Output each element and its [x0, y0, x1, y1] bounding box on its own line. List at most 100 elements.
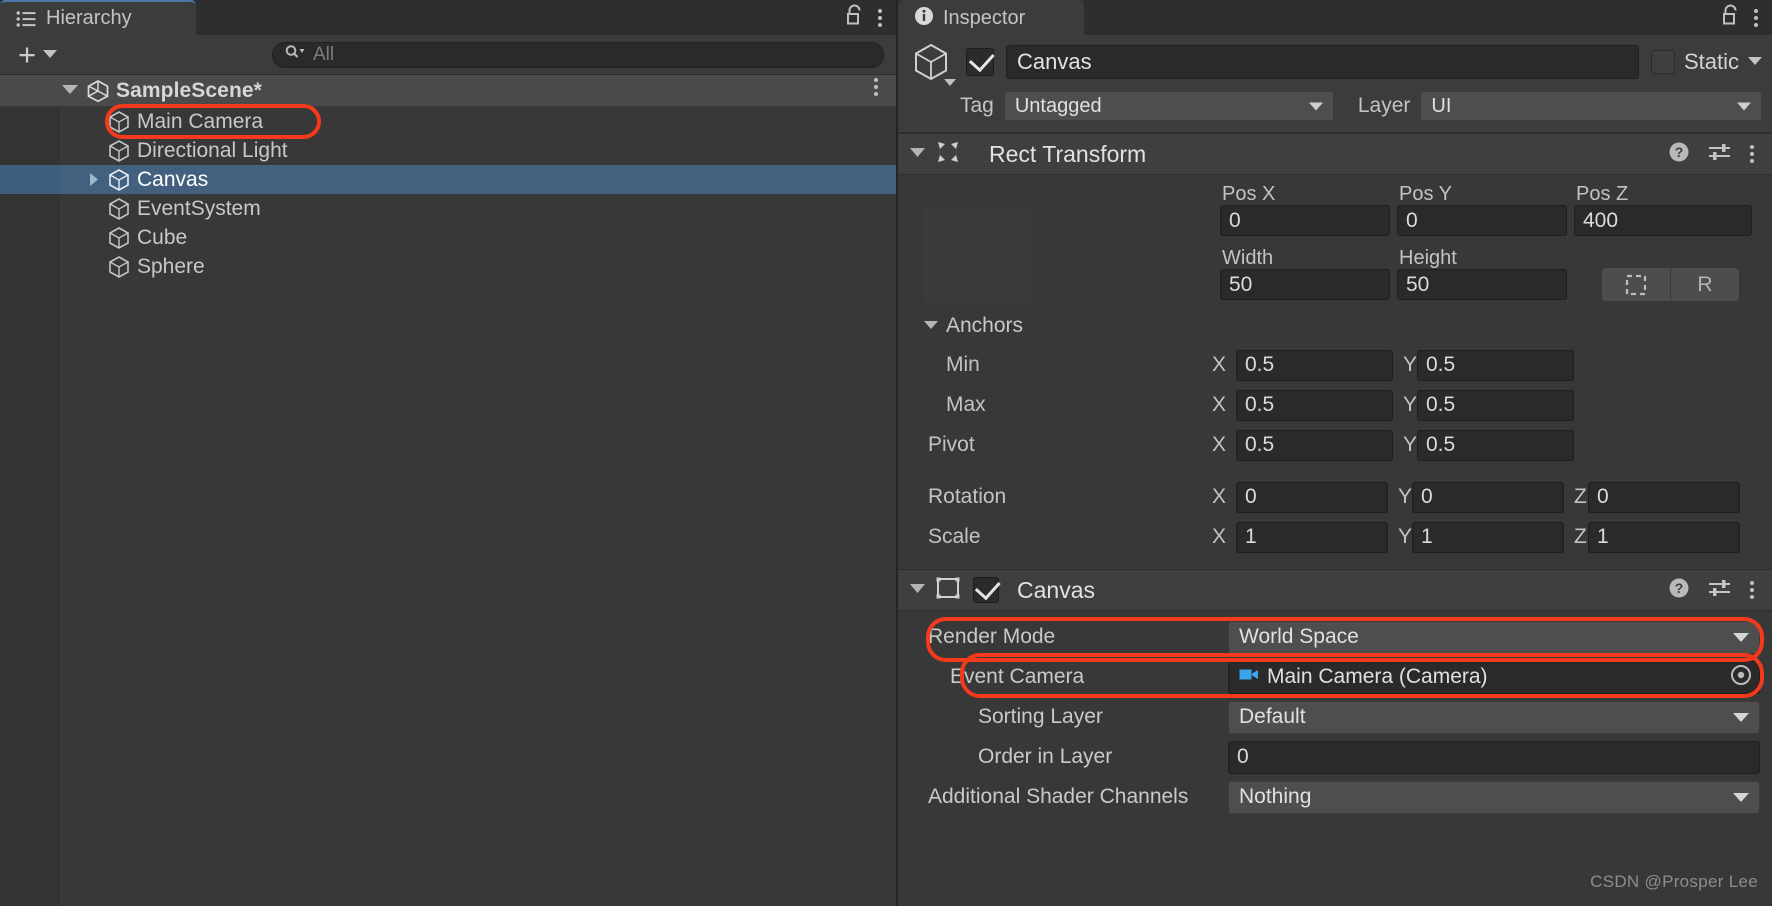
rect-transform-header[interactable]: Rect Transform ? — [898, 133, 1772, 175]
object-picker-target-icon[interactable] — [1729, 663, 1753, 692]
height-input[interactable]: 50 — [1397, 269, 1567, 300]
hierarchy-toolbar: + All — [0, 35, 896, 75]
axis-x-label: X — [1212, 393, 1227, 416]
kebab-menu-icon[interactable] — [1754, 8, 1758, 27]
raw-edit-mode-button[interactable]: R — [1671, 268, 1739, 301]
kebab-menu-icon[interactable] — [1750, 145, 1754, 163]
axis-y-label: Y — [1398, 485, 1413, 508]
help-question-icon[interactable]: ? — [1668, 141, 1690, 168]
hierarchy-item-canvas[interactable]: Canvas — [0, 165, 896, 194]
camera-icon — [1239, 667, 1259, 687]
hierarchy-item-label: Directional Light — [137, 138, 288, 162]
anchors-foldout-row[interactable]: Anchors — [910, 307, 1760, 345]
rotation-z-input[interactable]: 0 — [1588, 481, 1740, 513]
kebab-menu-icon[interactable] — [878, 8, 882, 27]
create-object-button[interactable]: + — [12, 39, 63, 70]
additional-shader-channels-dropdown[interactable]: Nothing — [1228, 780, 1760, 814]
canvas-foldout-icon[interactable] — [910, 581, 925, 599]
static-checkbox[interactable] — [1650, 50, 1675, 74]
sorting-layer-dropdown[interactable]: Default — [1228, 700, 1760, 734]
render-mode-dropdown[interactable]: World Space — [1228, 620, 1760, 654]
tab-hierarchy-label: Hierarchy — [46, 7, 132, 29]
axis-x-label: X — [1212, 353, 1227, 376]
pos-x-input[interactable]: 0 — [1220, 205, 1390, 236]
kebab-menu-icon[interactable] — [1750, 581, 1754, 599]
component-canvas: Canvas ? Render Mode World Space Event C… — [898, 569, 1772, 817]
pos-z-input[interactable]: 400 — [1574, 205, 1752, 236]
scene-kebab-menu-icon[interactable] — [874, 78, 878, 96]
pivot-row: Pivot X 0.5 Y 0.5 — [910, 425, 1760, 465]
scale-z-input[interactable]: 1 — [1588, 521, 1740, 553]
dashed-rect-icon — [1625, 274, 1647, 295]
layer-value: UI — [1431, 94, 1452, 117]
canvas-foldout-icon[interactable] — [86, 172, 102, 188]
scale-x-input[interactable]: 1 — [1236, 521, 1388, 553]
gameobject-cube-icon — [108, 197, 130, 221]
object-name-field[interactable]: Canvas — [1006, 45, 1639, 79]
layer-dropdown[interactable]: UI — [1420, 91, 1762, 121]
search-input[interactable]: All — [272, 41, 884, 68]
anchor-max-y-input[interactable]: 0.5 — [1417, 389, 1574, 421]
event-camera-label: Event Camera — [950, 665, 1085, 688]
tab-hierarchy[interactable]: Hierarchy — [0, 0, 196, 35]
chevron-down-icon — [1733, 625, 1749, 649]
pivot-y-input[interactable]: 0.5 — [1417, 429, 1574, 461]
additional-shader-channels-row: Additional Shader Channels Nothing — [910, 777, 1760, 817]
preset-sliders-icon[interactable] — [1708, 141, 1732, 168]
hierarchy-item-eventsystem[interactable]: EventSystem — [0, 194, 896, 223]
sorting-layer-row: Sorting Layer Default — [910, 697, 1760, 737]
anchor-max-row: Max X 0.5 Y 0.5 — [910, 385, 1760, 425]
event-camera-object-field[interactable]: Main Camera (Camera) — [1228, 660, 1760, 694]
scale-label: Scale — [928, 525, 981, 548]
pos-y-input[interactable]: 0 — [1397, 205, 1567, 236]
static-dropdown-chevron-icon[interactable] — [1748, 53, 1762, 71]
render-mode-label: Render Mode — [928, 625, 1056, 648]
gameobject-cube-icon — [108, 168, 130, 192]
hierarchy-item-sphere[interactable]: Sphere — [0, 252, 896, 281]
canvas-enabled-checkbox[interactable] — [973, 577, 999, 603]
hierarchy-item-directional-light[interactable]: Directional Light — [0, 136, 896, 165]
hierarchy-item-main-camera[interactable]: Main Camera — [0, 107, 896, 136]
rotation-y-input[interactable]: 0 — [1412, 481, 1564, 513]
pivot-label: Pivot — [928, 433, 975, 456]
object-enabled-checkbox[interactable] — [966, 48, 994, 76]
rotation-row: Rotation X 0 Y 0 Z 0 — [910, 477, 1760, 517]
anchor-preset-box[interactable] — [924, 207, 1032, 303]
layer-label: Layer — [1357, 94, 1411, 117]
scale-y-input[interactable]: 1 — [1412, 521, 1564, 553]
component-rect-transform: Rect Transform ? Pos X Pos Y Pos Z 0 0 4… — [898, 133, 1772, 569]
watermark: CSDN @Prosper Lee — [1590, 872, 1758, 891]
preset-sliders-icon[interactable] — [1708, 577, 1732, 604]
anchor-min-x-input[interactable]: 0.5 — [1236, 349, 1393, 381]
hierarchy-item-cube[interactable]: Cube — [0, 223, 896, 252]
anchors-foldout-icon[interactable] — [924, 317, 938, 335]
scene-foldout-icon[interactable] — [62, 82, 78, 100]
anchor-max-x-input[interactable]: 0.5 — [1236, 389, 1393, 421]
canvas-header[interactable]: Canvas ? — [898, 569, 1772, 611]
lock-open-icon[interactable] — [1721, 4, 1740, 31]
axis-y-label: Y — [1398, 525, 1413, 548]
chevron-down-icon — [944, 79, 956, 86]
tag-dropdown[interactable]: Untagged — [1003, 91, 1334, 121]
blueprint-mode-button[interactable] — [1602, 268, 1670, 301]
tab-inspector[interactable]: Inspector — [898, 0, 1084, 35]
width-input[interactable]: 50 — [1220, 269, 1390, 300]
canvas-component-icon — [935, 576, 961, 605]
svg-text:?: ? — [1675, 580, 1684, 596]
axis-x-label: X — [1212, 525, 1227, 548]
inspector-panel: Inspector Canvas Static Tag Untagged Lay… — [898, 0, 1772, 906]
anchor-min-y-input[interactable]: 0.5 — [1417, 349, 1574, 381]
pivot-x-input[interactable]: 0.5 — [1236, 429, 1393, 461]
rect-transform-foldout-icon[interactable] — [910, 145, 925, 163]
search-icon — [285, 44, 305, 65]
lock-open-icon[interactable] — [845, 4, 864, 31]
rotation-x-input[interactable]: 0 — [1236, 481, 1388, 513]
help-question-icon[interactable]: ? — [1668, 577, 1690, 604]
pos-x-label: Pos X — [1222, 183, 1276, 205]
height-label: Height — [1399, 247, 1457, 269]
scene-root-row[interactable]: SampleScene* — [0, 75, 896, 107]
event-camera-value: Main Camera (Camera) — [1267, 665, 1488, 688]
order-in-layer-input[interactable]: 0 — [1228, 740, 1760, 774]
scale-row: Scale X 1 Y 1 Z 1 — [910, 517, 1760, 557]
anchor-min-label: Min — [946, 353, 980, 376]
